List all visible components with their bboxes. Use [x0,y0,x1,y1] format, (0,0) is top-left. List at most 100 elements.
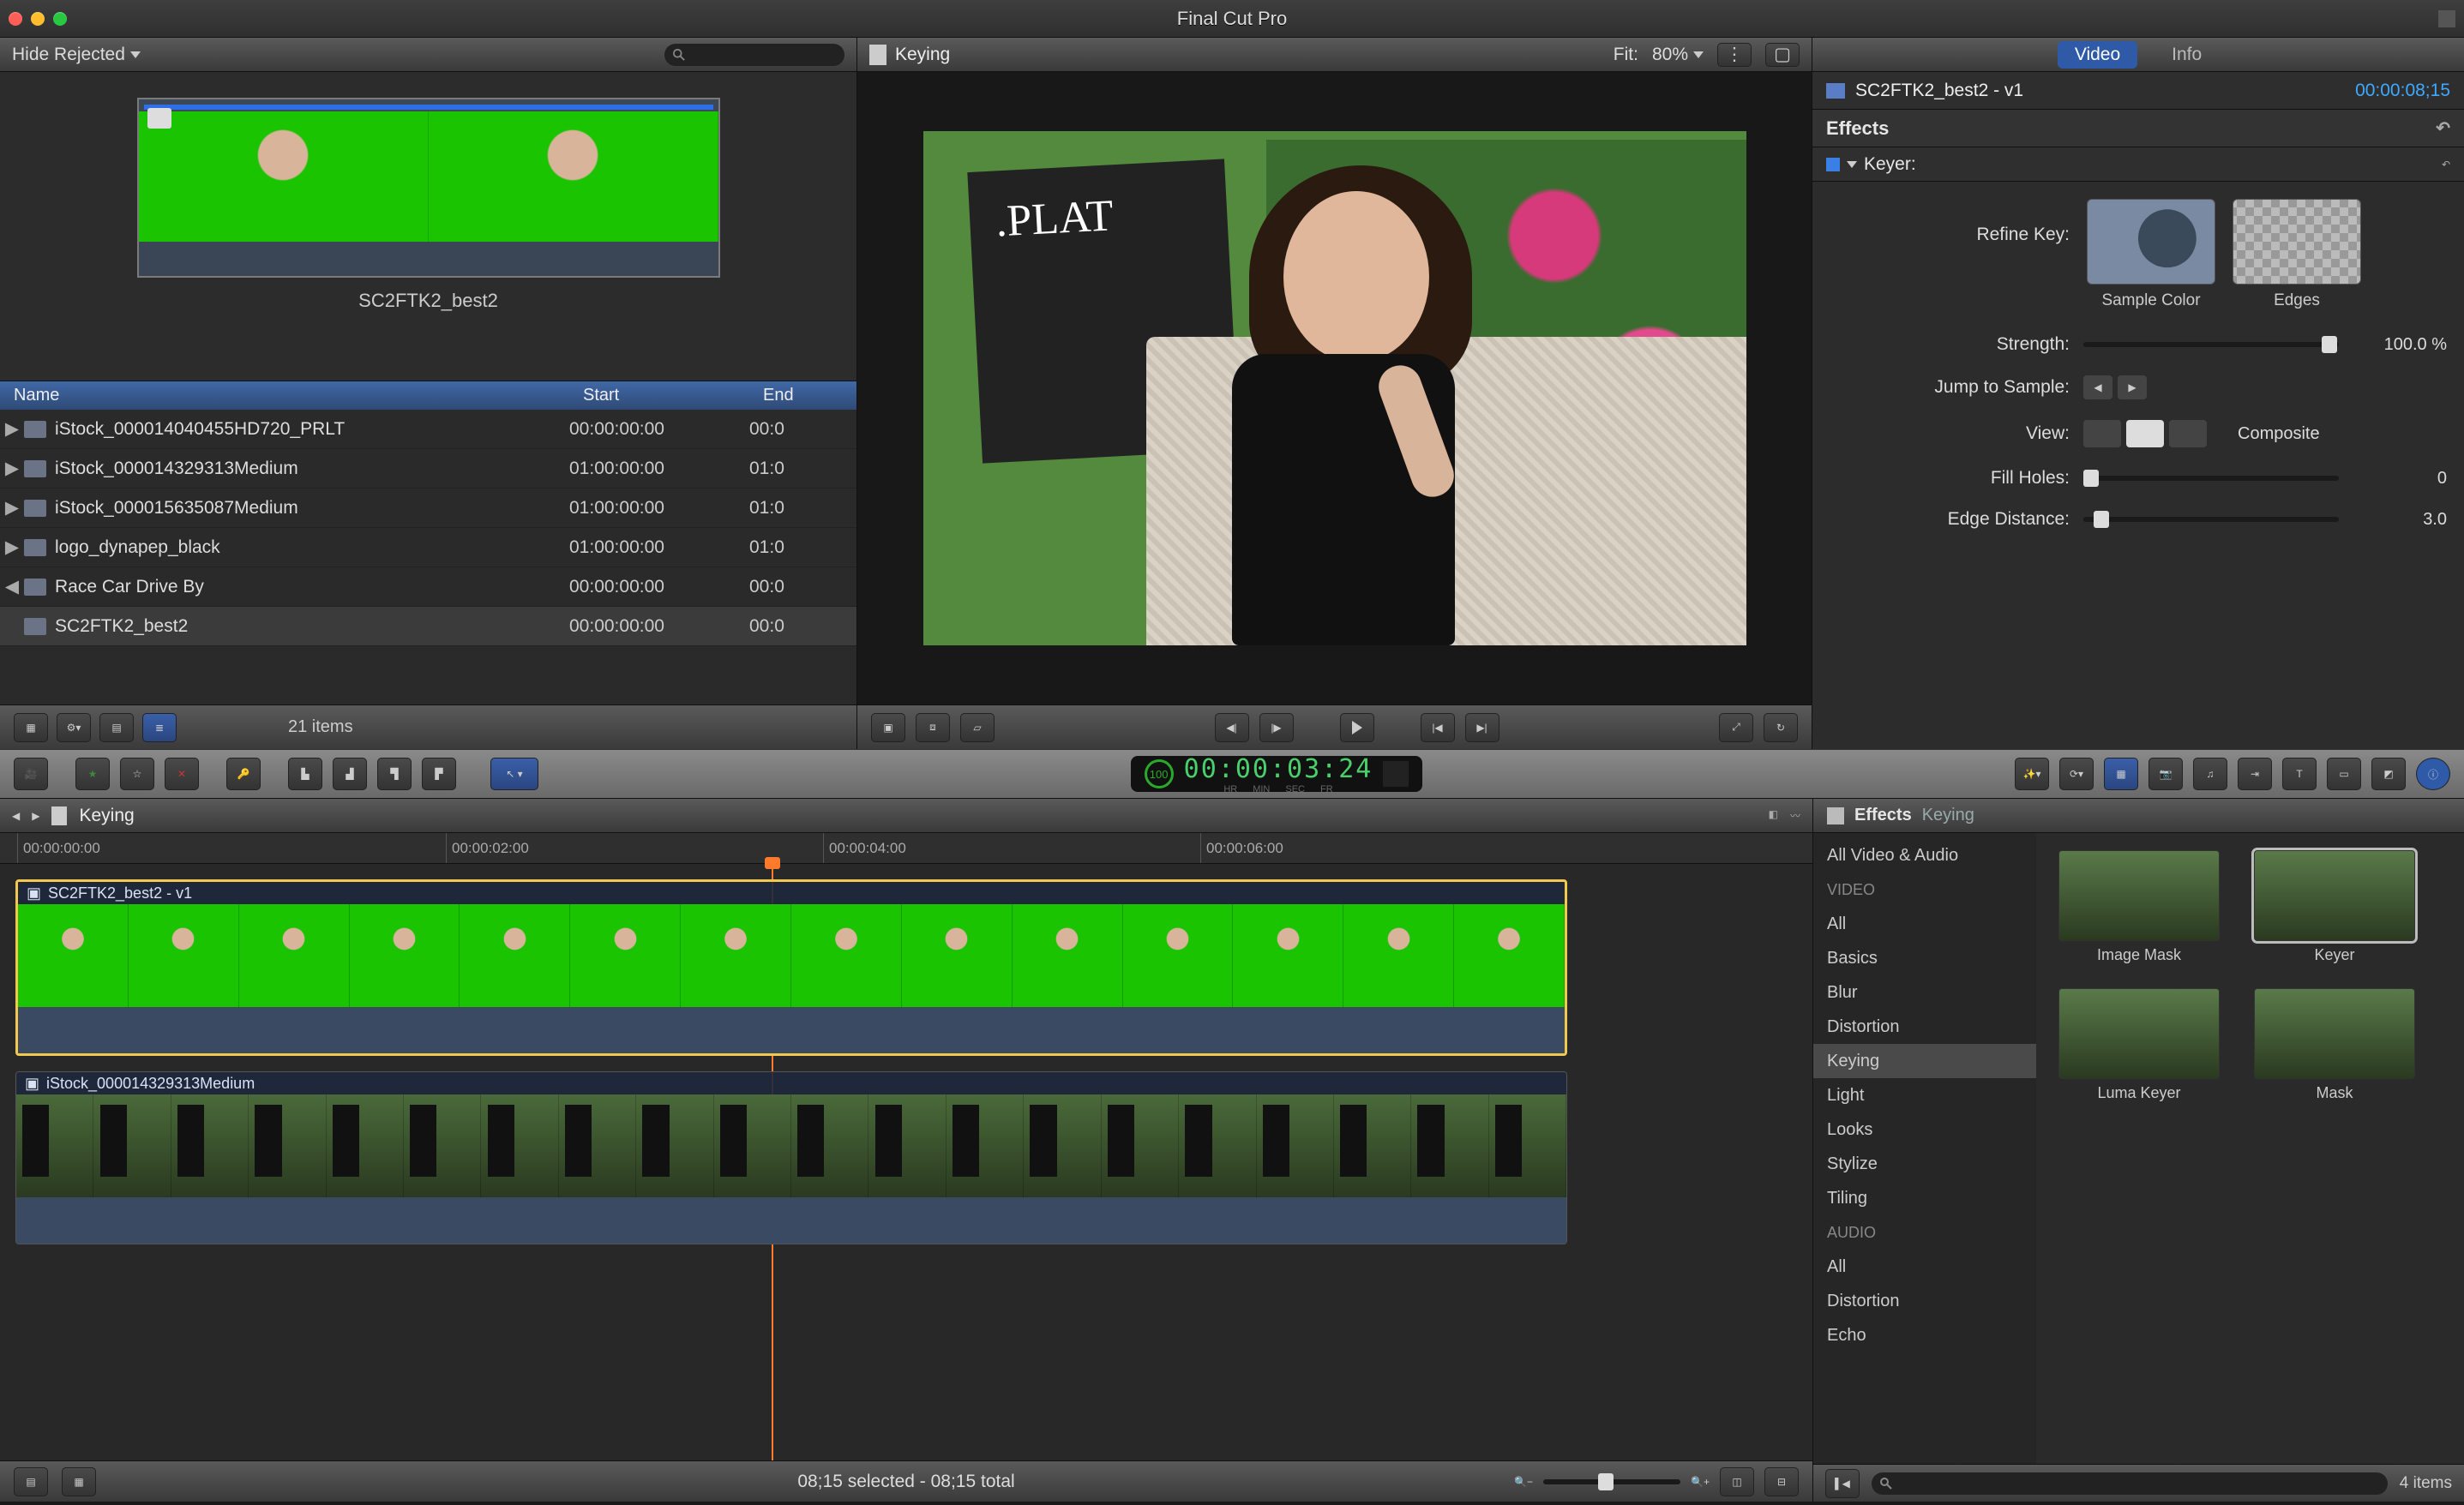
clip-list[interactable]: ▶iStock_000014040455HD720_PRLT00:00:00:0… [0,410,856,705]
minimize-window-icon[interactable] [31,12,45,26]
fill-holes-value[interactable]: 0 [2353,469,2447,489]
go-to-start-button[interactable]: |◀ [1421,713,1455,742]
viewer-display-button[interactable]: ▢ [1765,43,1800,67]
timeline-index-toggle-button[interactable]: ▤ [14,1467,48,1496]
column-header-name[interactable]: Name [0,386,583,405]
viewer-canvas[interactable]: .PLAT [857,72,1812,705]
strength-slider[interactable] [2083,342,2339,347]
clip-list-row[interactable]: ▶iStock_000014329313Medium01:00:00:0001:… [0,449,856,489]
effects-item[interactable]: Luma Keyer [2053,988,2225,1102]
timeline-clip-primary[interactable]: ▣ SC2FTK2_best2 - v1 [15,879,1567,1056]
close-window-icon[interactable] [9,12,22,26]
background-tasks-indicator[interactable]: 100 [1145,759,1174,788]
effect-thumbnail[interactable] [2058,850,2220,941]
zoom-out-icon[interactable]: 🔍− [1514,1476,1533,1488]
import-media-button[interactable]: 🎥 [14,758,48,790]
next-edit-button[interactable]: |▶ [1259,713,1294,742]
fx-category-item[interactable]: Stylize [1813,1147,2036,1181]
column-header-start[interactable]: Start [583,386,763,405]
effects-grid[interactable]: Image MaskKeyerLuma KeyerMask [2036,833,2464,1464]
photos-browser-button[interactable]: 📷 [2148,758,2183,790]
disclosure-triangle-icon[interactable]: ◀ [0,576,24,597]
fx-category-item[interactable]: Distortion [1813,1010,2036,1044]
effect-thumbnail[interactable] [2254,988,2415,1079]
timeline-clip-connected[interactable]: ▣ iStock_000014329313Medium [15,1071,1567,1244]
timeline-history-back-button[interactable]: ◀ [12,810,20,822]
disclosure-triangle-icon[interactable]: ▶ [0,458,24,479]
filter-dropdown[interactable]: Hide Rejected [12,45,141,65]
generators-browser-button[interactable]: ▭ [2327,758,2361,790]
fx-category-item[interactable]: Keying [1813,1044,2036,1078]
go-to-end-button[interactable]: ▶| [1465,713,1499,742]
disclosure-triangle-icon[interactable] [1847,161,1857,168]
viewer-zoom-dropdown[interactable]: 80% [1652,45,1704,65]
clip-list-row[interactable]: SC2FTK2_best200:00:00:0000:0 [0,607,856,646]
fx-category-item[interactable]: Basics [1813,941,2036,975]
fullscreen-button[interactable]: ⤢ [1719,713,1753,742]
reject-button[interactable]: ✕ [165,758,199,790]
timeline-body[interactable]: ▣ SC2FTK2_best2 - v1 ▣ iStock_0000143293… [0,864,1812,1460]
view-original-button[interactable] [2169,420,2207,447]
effects-search[interactable] [1872,1472,2388,1495]
timeline-options-button[interactable]: 〰 [1790,808,1800,823]
connect-clip-button[interactable]: ▙ [288,758,322,790]
sample-color-button[interactable] [2087,199,2215,285]
fx-category-item[interactable]: Echo [1813,1318,2036,1352]
effect-keyer-header[interactable]: Keyer: ↶ [1812,147,2464,182]
jump-next-button[interactable]: ▶ [2118,375,2147,399]
clip-appearance-toggle-button[interactable]: ▦ [62,1467,96,1496]
disclosure-triangle-icon[interactable]: ▶ [0,418,24,440]
zoom-in-icon[interactable]: 🔍+ [1691,1476,1710,1488]
zoom-window-icon[interactable] [53,12,67,26]
effect-thumbnail[interactable] [2058,988,2220,1079]
enhancements-menu-button[interactable]: ✨▾ [2015,758,2049,790]
clip-list-row[interactable]: ◀Race Car Drive By00:00:00:0000:0 [0,567,856,607]
append-clip-button[interactable]: ▜ [377,758,412,790]
column-header-end[interactable]: End [763,386,856,405]
keyword-button[interactable]: 🔑 [226,758,261,790]
clip-appearance-button[interactable]: ▦ [14,713,48,742]
effect-thumbnail[interactable] [2254,850,2415,941]
effects-categories[interactable]: All Video & AudioVIDEOAllBasicsBlurDisto… [1813,833,2036,1464]
disclosure-triangle-icon[interactable]: ▶ [0,497,24,519]
titles-browser-button[interactable]: T [2282,758,2317,790]
play-button[interactable] [1340,713,1374,742]
viewer-settings-button[interactable]: ⋮ [1717,43,1752,67]
crop-tool-button[interactable]: ⧈ [916,713,950,742]
fx-category-item[interactable]: Light [1813,1078,2036,1112]
edge-distance-value[interactable]: 3.0 [2353,510,2447,530]
filmstrip-view-button[interactable]: ▤ [99,713,134,742]
timeline-ruler[interactable]: 00:00:00:0000:00:02:0000:00:04:0000:00:0… [0,833,1812,864]
list-view-button[interactable]: ≣ [142,713,177,742]
effects-browser-button[interactable]: ▦ [2104,758,2138,790]
fx-category-item[interactable]: All [1813,907,2036,941]
timeline-zoom-slider[interactable] [1543,1479,1680,1484]
clip-list-row[interactable]: ▶iStock_000015635087Medium01:00:00:0001:… [0,489,856,528]
clip-thumbnail[interactable] [137,98,720,278]
effect-enable-checkbox[interactable] [1826,158,1840,171]
retime-menu-button[interactable]: ⟳▾ [2059,758,2094,790]
inspector-toggle-button[interactable]: ⓘ [2416,758,2450,790]
favorite-button[interactable]: ★ [75,758,110,790]
distort-tool-button[interactable]: ▱ [960,713,995,742]
edge-distance-slider[interactable] [2083,517,2339,522]
edges-button[interactable] [2233,199,2361,285]
effect-reset-button[interactable]: ↶ [2442,159,2450,171]
transform-tool-button[interactable]: ▣ [871,713,905,742]
view-composite-button[interactable] [2083,420,2121,447]
gear-menu-button[interactable]: ⚙︎▾ [57,713,91,742]
fx-breadcrumb-root[interactable]: Effects [1854,806,1912,825]
skimming-toggle-button[interactable]: ◫ [1720,1467,1754,1496]
fx-category-item[interactable]: Distortion [1813,1284,2036,1318]
clip-list-row[interactable]: ▶logo_dynapep_black01:00:00:0001:0 [0,528,856,567]
transitions-browser-button[interactable]: ⇥ [2238,758,2272,790]
audio-meter-icon[interactable] [1383,761,1409,787]
effects-item[interactable]: Keyer [2249,850,2420,964]
timecode-display[interactable]: 100 00:00:03:24 HRMINSECFR [1131,756,1423,792]
timeline-history-forward-button[interactable]: ▶ [32,810,39,822]
overwrite-clip-button[interactable]: ▛ [422,758,456,790]
effects-item[interactable]: Image Mask [2053,850,2225,964]
fill-holes-slider[interactable] [2083,476,2339,481]
prev-edit-button[interactable]: ◀| [1215,713,1249,742]
disclosure-triangle-icon[interactable]: ▶ [0,537,24,558]
